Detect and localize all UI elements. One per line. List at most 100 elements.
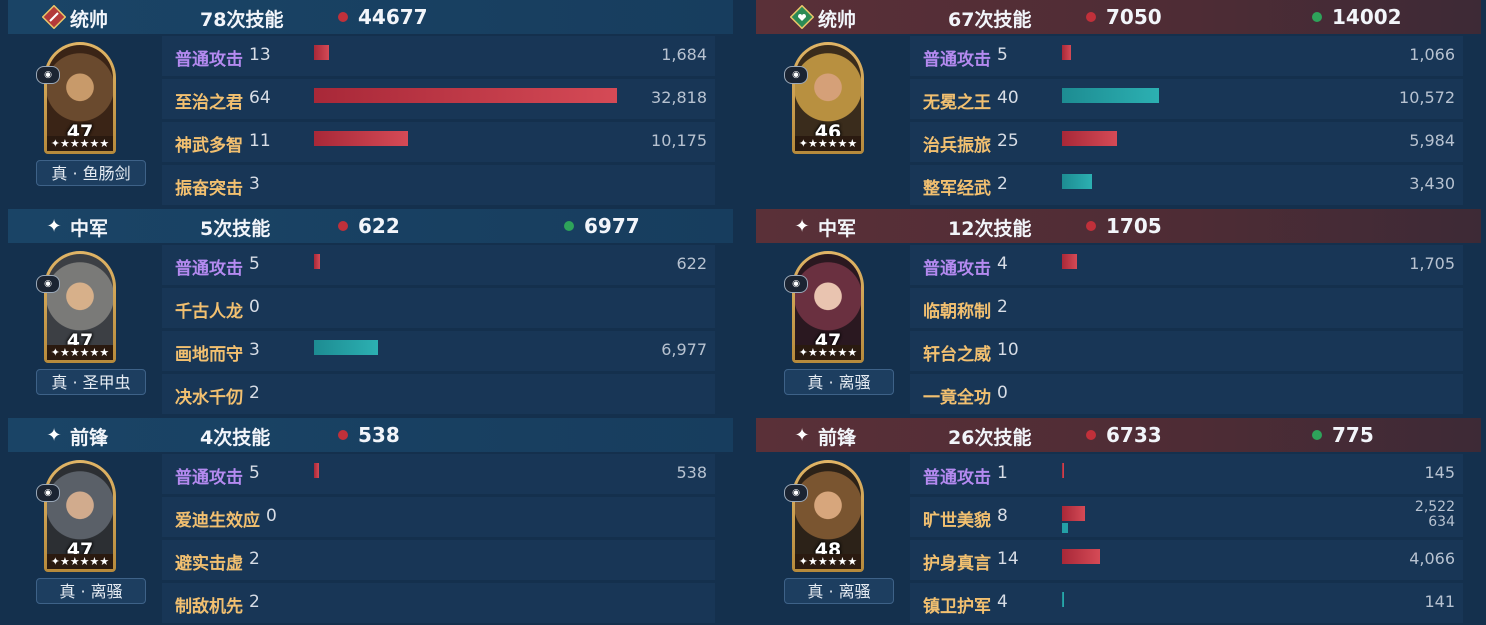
skill-row[interactable]: 神武多智 11 10,175 [162, 122, 715, 162]
equipment-tag[interactable]: 真 · 圣甲虫 [36, 369, 146, 395]
star-rating: ✦★★★★★ [47, 554, 113, 569]
skill-row[interactable]: 镇卫护军 4 141 [910, 583, 1463, 623]
unit-block-2: ✦ 前锋 26次技能 6733 775 48 ✦★★★★★ ◉ 真 · 离骚 普通攻击 1 145 旷世… [756, 418, 1481, 623]
damage-bar [1062, 254, 1077, 269]
skill-cast-count: 5次技能 [200, 218, 271, 240]
star-rating: ✦★★★★★ [795, 554, 861, 569]
damage-value: 44677 [358, 5, 428, 29]
star-rating: ✦★★★★★ [47, 136, 113, 151]
hero-face: 47 [47, 45, 113, 139]
skill-row[interactable]: 爱迪生效应 0 [162, 497, 715, 537]
heal-value: 775 [1332, 423, 1374, 447]
damage-dot-icon [1086, 220, 1096, 231]
skill-cast-count: 78次技能 [200, 9, 284, 31]
skill-row[interactable]: 普通攻击 5 1,066 [910, 36, 1463, 76]
hero-portrait[interactable]: 47 ✦★★★★★ ◉ [36, 460, 116, 572]
troop-type-icon: ◉ [36, 484, 60, 502]
heal-value: 14002 [1332, 5, 1402, 29]
skill-value: 6,977 [661, 340, 707, 359]
unit-role: 统帅 [70, 9, 109, 31]
skill-name: 爱迪生效应 [175, 511, 260, 531]
skill-name: 普通攻击 [175, 468, 243, 488]
skill-name: 整军经武 [923, 179, 991, 199]
troop-type-icon: ◉ [784, 484, 808, 502]
skill-row[interactable]: 治兵振旅 25 5,984 [910, 122, 1463, 162]
hero-portrait[interactable]: 47 ✦★★★★★ ◉ [36, 251, 116, 363]
skill-name: 普通攻击 [923, 50, 991, 70]
skill-name: 一竟全功 [923, 388, 991, 408]
unit-header: ✦ 前锋 4次技能 538 [8, 418, 733, 452]
heal-total: 6977 [564, 214, 640, 238]
commander-heart-icon [790, 5, 814, 29]
damage-bar [314, 131, 408, 146]
skill-row[interactable]: 制敌机先 2 [162, 583, 715, 623]
skill-cast-count: 12次技能 [948, 218, 1032, 240]
unit-role: 统帅 [818, 9, 857, 31]
unit-role: 中军 [818, 218, 857, 240]
skill-count: 4 [997, 254, 1008, 274]
skill-row[interactable]: 至治之君 64 32,818 [162, 79, 715, 119]
skill-name: 千古人龙 [175, 302, 243, 322]
unit-header: 统帅 78次技能 44677 [8, 0, 733, 34]
skill-value: 10,175 [651, 131, 707, 150]
skill-row[interactable]: 旷世美貌 8 2,522 634 [910, 497, 1463, 537]
skill-row[interactable]: 普通攻击 4 1,705 [910, 245, 1463, 285]
skill-name: 普通攻击 [923, 259, 991, 279]
hero-portrait[interactable]: 46 ✦★★★★★ ◉ [784, 42, 864, 154]
skill-name: 决水千仞 [175, 388, 243, 408]
troop-type-icon: ◉ [784, 275, 808, 293]
skill-value: 5,984 [1409, 131, 1455, 150]
unit-role: 中军 [70, 218, 109, 240]
skill-row[interactable]: 普通攻击 5 538 [162, 454, 715, 494]
right-team-panel: 统帅 67次技能 7050 14002 46 ✦★★★★★ ◉ 普通攻击 5 1,066 无冕之王 4… [756, 0, 1481, 625]
damage-total: 44677 [338, 5, 428, 29]
equipment-tag[interactable]: 真 · 离骚 [36, 578, 146, 604]
troop-type-icon: ◉ [36, 66, 60, 84]
skill-count: 3 [249, 174, 260, 194]
hero-portrait[interactable]: 47 ✦★★★★★ ◉ [36, 42, 116, 154]
skill-cast-count: 67次技能 [948, 9, 1032, 31]
skill-row[interactable]: 护身真言 14 4,066 [910, 540, 1463, 580]
skill-name: 无冕之王 [923, 93, 991, 113]
damage-total: 622 [338, 214, 400, 238]
skill-row[interactable]: 轩台之威 10 [910, 331, 1463, 371]
skill-row[interactable]: 普通攻击 13 1,684 [162, 36, 715, 76]
skill-row[interactable]: 决水千仞 2 [162, 374, 715, 414]
skill-row[interactable]: 避实击虚 2 [162, 540, 715, 580]
skill-value: 32,818 [651, 88, 707, 107]
hero-face: 47 [47, 254, 113, 348]
skill-row[interactable]: 整军经武 2 3,430 [910, 165, 1463, 205]
damage-value: 7050 [1106, 5, 1162, 29]
skill-row[interactable]: 无冕之王 40 10,572 [910, 79, 1463, 119]
skill-row[interactable]: 普通攻击 1 145 [910, 454, 1463, 494]
skill-name: 护身真言 [923, 554, 991, 574]
equipment-tag[interactable]: 真 · 离骚 [784, 578, 894, 604]
skill-row[interactable]: 画地而守 3 6,977 [162, 331, 715, 371]
heal-total: 775 [1312, 423, 1374, 447]
skill-value: 4,066 [1409, 549, 1455, 568]
unit-header: ✦ 中军 5次技能 622 6977 [8, 209, 733, 243]
skill-count: 8 [997, 506, 1008, 526]
skill-row[interactable]: 临朝称制 2 [910, 288, 1463, 328]
skill-count: 4 [997, 592, 1008, 612]
skill-row[interactable]: 千古人龙 0 [162, 288, 715, 328]
equipment-tag[interactable]: 真 · 鱼肠剑 [36, 160, 146, 186]
left-team-panel: 统帅 78次技能 44677 47 ✦★★★★★ ◉ 真 · 鱼肠剑 普通攻击 13 1,684 至… [8, 0, 733, 625]
skill-count: 2 [997, 174, 1008, 194]
skill-row[interactable]: 一竟全功 0 [910, 374, 1463, 414]
skill-count: 13 [249, 45, 271, 65]
damage-bar [1062, 45, 1071, 60]
skill-name: 普通攻击 [175, 259, 243, 279]
hero-portrait[interactable]: 47 ✦★★★★★ ◉ [784, 251, 864, 363]
damage-value: 2,522 [1414, 499, 1455, 515]
skill-row[interactable]: 普通攻击 5 622 [162, 245, 715, 285]
skill-count: 5 [997, 45, 1008, 65]
damage-bar [314, 463, 319, 478]
hero-portrait[interactable]: 48 ✦★★★★★ ◉ [784, 460, 864, 572]
skill-count: 2 [997, 297, 1008, 317]
skill-row[interactable]: 振奋突击 3 [162, 165, 715, 205]
unit-header: ✦ 前锋 26次技能 6733 775 [756, 418, 1481, 452]
equipment-tag[interactable]: 真 · 离骚 [784, 369, 894, 395]
unit-role: 前锋 [70, 427, 109, 449]
damage-bar [1062, 463, 1064, 478]
